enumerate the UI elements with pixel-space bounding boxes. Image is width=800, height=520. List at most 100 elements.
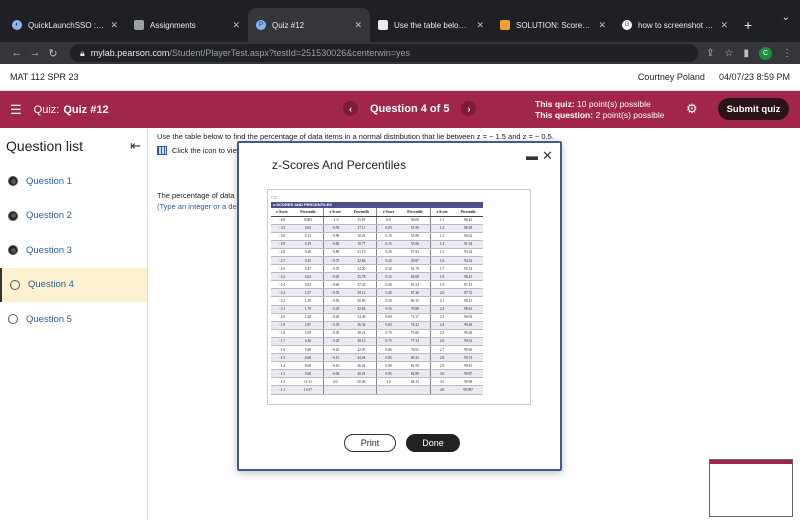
table-icon (157, 146, 167, 155)
percentile-cell: 99.98 (453, 377, 483, 387)
z-score-cell: 1.5 (429, 248, 454, 257)
bookmark-star-icon[interactable]: ☆ (725, 48, 734, 59)
percentile-cell: 99.87 (453, 369, 483, 379)
percentile-cell: 5.48 (292, 345, 324, 355)
percentile-cell: 6.68 (292, 353, 324, 363)
percentile-cell: 34.46 (346, 313, 377, 322)
percentile-cell: 50.00 (346, 377, 377, 387)
percentile-cell: 55.96 (399, 240, 431, 249)
percentile-cell: 27.43 (346, 280, 377, 290)
percentile-cell: 0.19 (292, 240, 324, 249)
z-score-cell: −1.9 (271, 321, 293, 330)
percentile-cell: 22.66 (346, 256, 377, 266)
more-menu-icon[interactable]: ⋮ (782, 48, 792, 59)
percentile-cell: 32.64 (346, 305, 377, 314)
percentile-cell: 82.89 (399, 369, 431, 379)
url-field[interactable]: 🔒︎ mylab.pearson.com/Student/PlayerTest.… (70, 44, 699, 62)
z-score-cell: 0.0 (323, 377, 347, 387)
percentile-cell: 95.54 (453, 264, 483, 274)
table-row: −1.3 9.68 −0.05 48.01 0.95 82.89 3.0 99.87 (271, 369, 483, 379)
date-time: 04/07/23 8:59 PM (718, 72, 790, 82)
print-button[interactable]: Print (344, 434, 396, 452)
screenshot-thumbnail[interactable] (709, 459, 793, 517)
sidebar-toggle-icon[interactable]: ▮ (743, 48, 749, 59)
view-table-link[interactable]: Click the icon to view (157, 146, 242, 155)
percentile-cell: 50.00 (399, 216, 431, 225)
z-score-table: z-Score Percentile z-Score Percentile z-Sc… (271, 208, 483, 395)
percentile-cell: 93.32 (453, 248, 483, 257)
z-score-cell: 2.5 (429, 329, 454, 338)
percentile-cell: 36.32 (346, 321, 377, 330)
z-score-cell: 0.85 (376, 353, 400, 363)
minimize-icon[interactable]: ▬ (526, 149, 538, 163)
percentile-cell: 99.53 (453, 337, 483, 347)
close-icon[interactable]: ✕ (542, 148, 553, 164)
gear-icon[interactable]: ⚙ (686, 101, 698, 117)
percentile-cell: 13.57 (292, 385, 324, 395)
z-score-cell: 2.8 (429, 353, 454, 363)
image-icon: ▭ (271, 195, 277, 201)
quiz-toolbar: ☰ Quiz: Quiz #12 ‹ Question 4 of 5 › Thi… (0, 91, 800, 128)
browser-tab[interactable]: SOLUTION: Scores on the G✕ (492, 8, 614, 42)
previous-question-button[interactable]: ‹ (343, 101, 358, 116)
percentile-cell: 15.87 (346, 216, 377, 225)
percentile-cell (399, 385, 431, 395)
quiz-name: Quiz #12 (63, 103, 109, 116)
percentile-cell: 40.13 (346, 337, 377, 347)
z-score-cell: 0.70 (376, 329, 400, 338)
percentile-cell: 78.81 (399, 345, 431, 355)
profile-avatar[interactable]: C (759, 46, 772, 60)
back-arrow-icon[interactable]: ← (8, 47, 26, 59)
next-question-button[interactable]: › (461, 101, 477, 116)
close-tab-icon[interactable]: ✕ (720, 20, 728, 31)
z-score-cell: −2.7 (271, 256, 293, 266)
close-tab-icon[interactable]: ✕ (110, 20, 118, 31)
question-list-item-5[interactable]: Question 5 (0, 302, 147, 337)
percentile-cell: 3.59 (292, 329, 324, 338)
question-list-item-4[interactable]: Question 4 (0, 267, 147, 302)
percentile-cell: 86.43 (453, 216, 483, 225)
z-score-cell: −1.8 (271, 329, 293, 338)
collapse-panel-icon[interactable]: ⇤ (130, 138, 141, 154)
percentile-cell: 0.13 (292, 232, 324, 241)
percentile-cell: 25.78 (346, 272, 377, 282)
percentile-cell: 96.41 (453, 272, 483, 282)
percentile-cell: 94.52 (453, 256, 483, 266)
submit-quiz-button[interactable]: Submit quiz (718, 98, 789, 120)
z-score-cell: −2.4 (271, 280, 293, 290)
close-tab-icon[interactable]: ✕ (232, 20, 240, 31)
reload-icon[interactable]: ↻ (44, 47, 62, 60)
close-tab-icon[interactable]: ✕ (476, 20, 484, 31)
z-score-cell: −1.1 (271, 385, 293, 395)
close-tab-icon[interactable]: ✕ (598, 20, 606, 31)
quiz-label: Quiz: (33, 103, 60, 116)
forward-arrow-icon[interactable]: → (26, 47, 44, 59)
z-score-cell: 0.25 (376, 256, 400, 266)
share-icon[interactable]: ⇪ (706, 48, 714, 59)
tab-search-icon[interactable]: ⌄ (782, 12, 790, 23)
percentile-cell: 99.38 (453, 329, 483, 338)
z-score-cell: −0.95 (323, 224, 347, 233)
hamburger-menu-icon[interactable]: ☰ (10, 102, 22, 118)
percentile-cell: 0.82 (292, 280, 324, 290)
percentile-cell: 63.68 (399, 272, 431, 282)
percentile-cell: 24.20 (346, 264, 377, 274)
browser-tab[interactable]: ◐QuickLaunchSSO :: Single S✕ (4, 8, 126, 42)
browser-tab[interactable]: Ghow to screenshot on mac✕ (614, 8, 736, 42)
question-list-item-3[interactable]: Question 3 (0, 233, 147, 268)
browser-tab[interactable]: Use the table below to find t✕ (370, 8, 492, 42)
z-score-cell: 3.5 (429, 377, 454, 387)
done-button[interactable]: Done (406, 434, 460, 452)
z-score-cell (376, 385, 400, 395)
browser-tab-active[interactable]: P Quiz #12 ✕ (248, 8, 370, 42)
question-list-item-2[interactable]: Question 2 (0, 199, 147, 234)
new-tab-button[interactable]: + (744, 17, 752, 33)
percentile-cell: 8.08 (292, 361, 324, 371)
percentile-cell: 84.13 (399, 377, 431, 387)
browser-tab[interactable]: Assignments ✕ (126, 8, 248, 42)
question-list-item-1[interactable]: Question 1 (0, 164, 147, 199)
unanswered-indicator-icon (8, 314, 18, 325)
percentile-cell: 98.93 (453, 313, 483, 322)
close-tab-icon[interactable]: ✕ (354, 20, 362, 31)
percentile-cell: 29.12 (346, 288, 377, 298)
